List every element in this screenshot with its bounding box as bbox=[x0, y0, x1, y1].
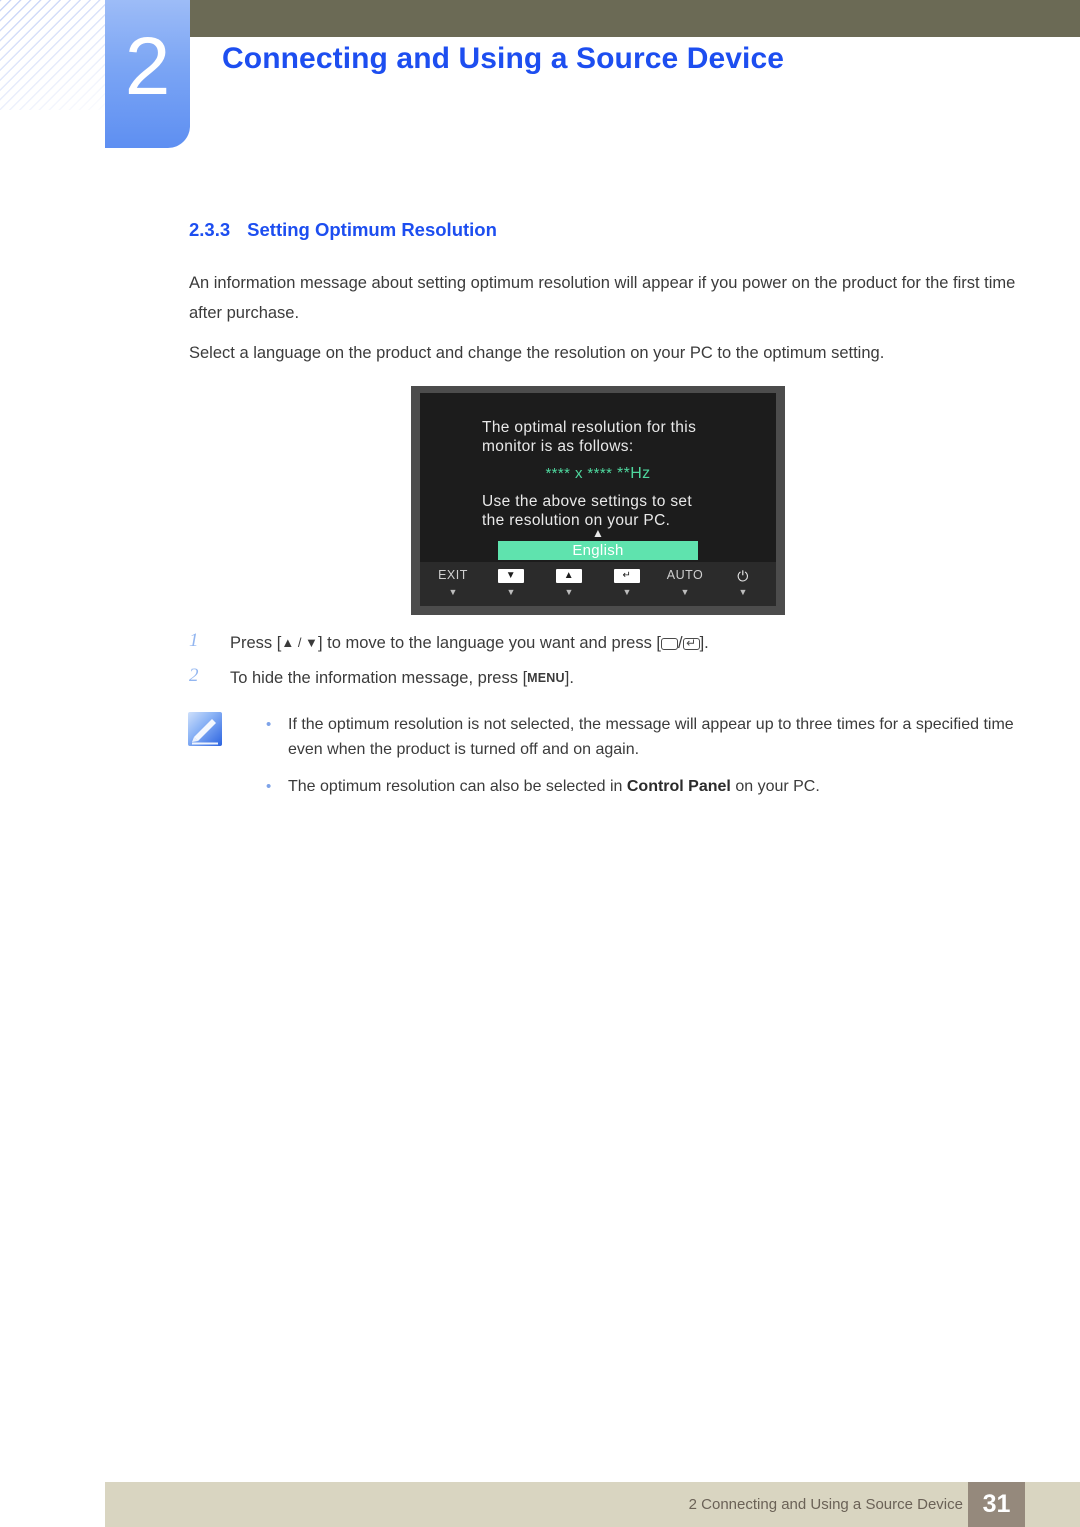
osd-instruction: Use the above settings to set the resolu… bbox=[482, 493, 744, 530]
power-icon: ⏻ bbox=[737, 567, 749, 584]
osd-button-enter-keybox: ↵ bbox=[614, 567, 640, 584]
step-1-number: 1 bbox=[189, 630, 199, 651]
menu-key-label: MENU bbox=[527, 671, 565, 685]
bullet-icon: • bbox=[266, 778, 272, 795]
osd-message-line-2: monitor is as follows: bbox=[482, 437, 634, 455]
osd-button-up-keybox: ▲ bbox=[556, 567, 582, 584]
footer-bar: 2 Connecting and Using a Source Device 3… bbox=[105, 1482, 1080, 1527]
bullet-icon: • bbox=[266, 716, 272, 733]
note-pencil-icon bbox=[188, 712, 222, 746]
note-item-text-bold: Control Panel bbox=[626, 778, 731, 795]
intro-paragraph-1: An information message about setting opt… bbox=[189, 274, 1016, 322]
step-2: 2 To hide the information message, press… bbox=[189, 665, 1019, 689]
osd-button-exit-tick: ▼ bbox=[448, 587, 458, 597]
section-heading: 2.3.3 Setting Optimum Resolution bbox=[189, 219, 497, 241]
osd-refresh-rate: **Hz bbox=[616, 465, 651, 482]
osd-button-power-glyph: ⏻ bbox=[737, 567, 749, 584]
osd-button-down-tick: ▼ bbox=[506, 587, 516, 597]
osd-button-exit[interactable]: EXIT ▼ bbox=[424, 567, 482, 598]
enter-icon: ↵ bbox=[614, 568, 640, 583]
osd-button-bar: EXIT ▼ ▼ ▼ ▲ ▼ ↵ ▼ AUTO ▼ ⏻ ▼ bbox=[420, 562, 776, 606]
note-item-text: If the optimum resolution is not selecte… bbox=[288, 716, 1014, 758]
osd-message: The optimal resolution for this monitor … bbox=[482, 419, 732, 456]
osd-resolution-value: **** x **** **Hz bbox=[420, 465, 776, 483]
note-item-text-post: on your PC. bbox=[730, 778, 820, 795]
osd-button-power-tick: ▼ bbox=[738, 587, 748, 597]
down-arrow-icon: ▼ bbox=[498, 568, 524, 583]
note-item-text-pre: The optimum resolution can also be selec… bbox=[288, 778, 627, 795]
chapter-title: Connecting and Using a Source Device bbox=[222, 42, 785, 75]
monitor-osd-illustration: The optimal resolution for this monitor … bbox=[411, 386, 785, 615]
osd-button-up[interactable]: ▲ ▼ bbox=[540, 567, 598, 598]
osd-button-exit-label: EXIT bbox=[438, 568, 468, 582]
osd-language-selected[interactable]: English bbox=[498, 541, 698, 560]
header-olive-bar bbox=[190, 0, 1080, 37]
note-item: • The optimum resolution can also be sel… bbox=[256, 774, 1016, 799]
chapter-number-tab: 2 bbox=[105, 0, 190, 148]
section-number: 2.3.3 bbox=[189, 219, 231, 240]
osd-button-down-keybox: ▼ bbox=[498, 567, 524, 584]
osd-resolution-numbers: **** x **** bbox=[545, 465, 613, 482]
updown-arrow-icon: ▲ / ▼ bbox=[281, 635, 318, 650]
osd-button-up-tick: ▼ bbox=[564, 587, 574, 597]
osd-button-auto[interactable]: AUTO ▼ bbox=[656, 567, 714, 598]
osd-button-auto-label: AUTO bbox=[666, 568, 704, 582]
footer-text: 2 Connecting and Using a Source Device bbox=[688, 1496, 963, 1513]
osd-instruction-line-1: Use the above settings to set bbox=[482, 493, 693, 510]
osd-button-enter-tick: ▼ bbox=[622, 587, 632, 597]
step-2-number: 2 bbox=[189, 665, 199, 686]
step-1-before: Press [ bbox=[230, 634, 282, 652]
osd-up-arrow-icon[interactable]: ▲ bbox=[420, 527, 776, 539]
source-icon bbox=[661, 638, 678, 650]
note-list: • If the optimum resolution is not selec… bbox=[256, 712, 1016, 811]
page-number: 31 bbox=[968, 1482, 1025, 1527]
note-item: • If the optimum resolution is not selec… bbox=[256, 712, 1016, 762]
step-1: 1 Press [▲ / ▼] to move to the language … bbox=[189, 630, 1019, 654]
osd-message-line-1: The optimal resolution for this bbox=[482, 419, 697, 436]
step-2-before: To hide the information message, press [ bbox=[230, 669, 528, 687]
step-1-middle: ] to move to the language you want and p… bbox=[317, 634, 661, 652]
osd-button-auto-tick: ▼ bbox=[680, 587, 690, 597]
osd-button-enter[interactable]: ↵ ▼ bbox=[598, 567, 656, 598]
chapter-number: 2 bbox=[124, 21, 171, 112]
section-title: Setting Optimum Resolution bbox=[247, 219, 497, 240]
enter-icon bbox=[682, 634, 700, 653]
intro-paragraph-2: Select a language on the product and cha… bbox=[189, 344, 885, 362]
osd-screen: The optimal resolution for this monitor … bbox=[420, 393, 776, 606]
step-2-after: ]. bbox=[564, 669, 574, 687]
step-1-text: Press [▲ / ▼] to move to the language yo… bbox=[230, 632, 1019, 654]
step-1-after: ]. bbox=[699, 634, 709, 652]
up-arrow-icon: ▲ bbox=[556, 568, 582, 583]
osd-button-down[interactable]: ▼ ▼ bbox=[482, 567, 540, 598]
osd-button-power[interactable]: ⏻ ▼ bbox=[714, 567, 772, 598]
step-2-text: To hide the information message, press [… bbox=[230, 667, 1019, 689]
